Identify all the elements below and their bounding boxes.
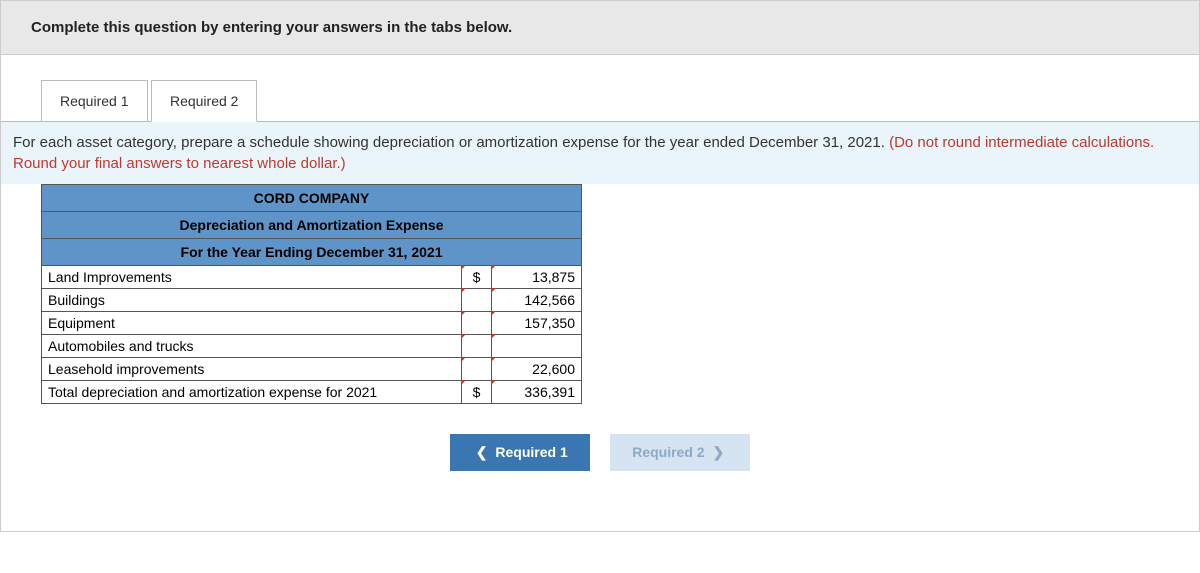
question-container: Complete this question by entering your … (0, 0, 1200, 532)
row-label[interactable]: Buildings (42, 289, 462, 312)
instruction-text: Complete this question by entering your … (31, 19, 512, 36)
currency-cell[interactable]: $ (462, 381, 492, 404)
chevron-left-icon: ❮ (476, 444, 488, 460)
tab-required-1[interactable]: Required 1 (41, 80, 148, 122)
schedule-table-wrap: CORD COMPANY Depreciation and Amortizati… (1, 184, 1199, 424)
table-row: Equipment 157,350 (42, 312, 582, 335)
value-cell[interactable]: 142,566 (492, 289, 582, 312)
row-label[interactable]: Leasehold improvements (42, 358, 462, 381)
table-header-company: CORD COMPANY (42, 185, 582, 212)
currency-cell[interactable] (462, 312, 492, 335)
table-row: Buildings 142,566 (42, 289, 582, 312)
row-label[interactable]: Land Improvements (42, 266, 462, 289)
table-header-period: For the Year Ending December 31, 2021 (42, 239, 582, 266)
nav-buttons: ❮ Required 1 Required 2 ❯ (1, 424, 1199, 531)
prev-button[interactable]: ❮ Required 1 (450, 434, 590, 471)
tabs-row: Required 1 Required 2 (1, 55, 1199, 122)
table-row: Leasehold improvements 22,600 (42, 358, 582, 381)
row-label[interactable]: Total depreciation and amortization expe… (42, 381, 462, 404)
value-cell[interactable] (492, 335, 582, 358)
schedule-title: Depreciation and Amortization Expense (42, 212, 582, 239)
prev-label: Required 1 (495, 444, 567, 460)
company-name: CORD COMPANY (42, 185, 582, 212)
schedule-table: CORD COMPANY Depreciation and Amortizati… (41, 184, 582, 404)
table-header-title: Depreciation and Amortization Expense (42, 212, 582, 239)
tab-label: Required 2 (170, 93, 239, 109)
chevron-right-icon: ❯ (712, 444, 724, 460)
currency-cell[interactable] (462, 289, 492, 312)
value-cell[interactable]: 336,391 (492, 381, 582, 404)
value-cell[interactable]: 13,875 (492, 266, 582, 289)
currency-cell[interactable] (462, 335, 492, 358)
value-cell[interactable]: 22,600 (492, 358, 582, 381)
tab-required-2[interactable]: Required 2 (151, 80, 258, 122)
currency-cell[interactable] (462, 358, 492, 381)
question-main: For each asset category, prepare a sched… (13, 134, 889, 151)
next-label: Required 2 (632, 444, 704, 460)
value-cell[interactable]: 157,350 (492, 312, 582, 335)
tab-label: Required 1 (60, 93, 129, 109)
instruction-bar: Complete this question by entering your … (1, 1, 1199, 55)
schedule-period: For the Year Ending December 31, 2021 (42, 239, 582, 266)
table-row: Total depreciation and amortization expe… (42, 381, 582, 404)
row-label[interactable]: Automobiles and trucks (42, 335, 462, 358)
table-row: Land Improvements $ 13,875 (42, 266, 582, 289)
currency-cell[interactable]: $ (462, 266, 492, 289)
row-label[interactable]: Equipment (42, 312, 462, 335)
question-prompt: For each asset category, prepare a sched… (1, 121, 1199, 184)
next-button[interactable]: Required 2 ❯ (610, 434, 750, 471)
table-row: Automobiles and trucks (42, 335, 582, 358)
